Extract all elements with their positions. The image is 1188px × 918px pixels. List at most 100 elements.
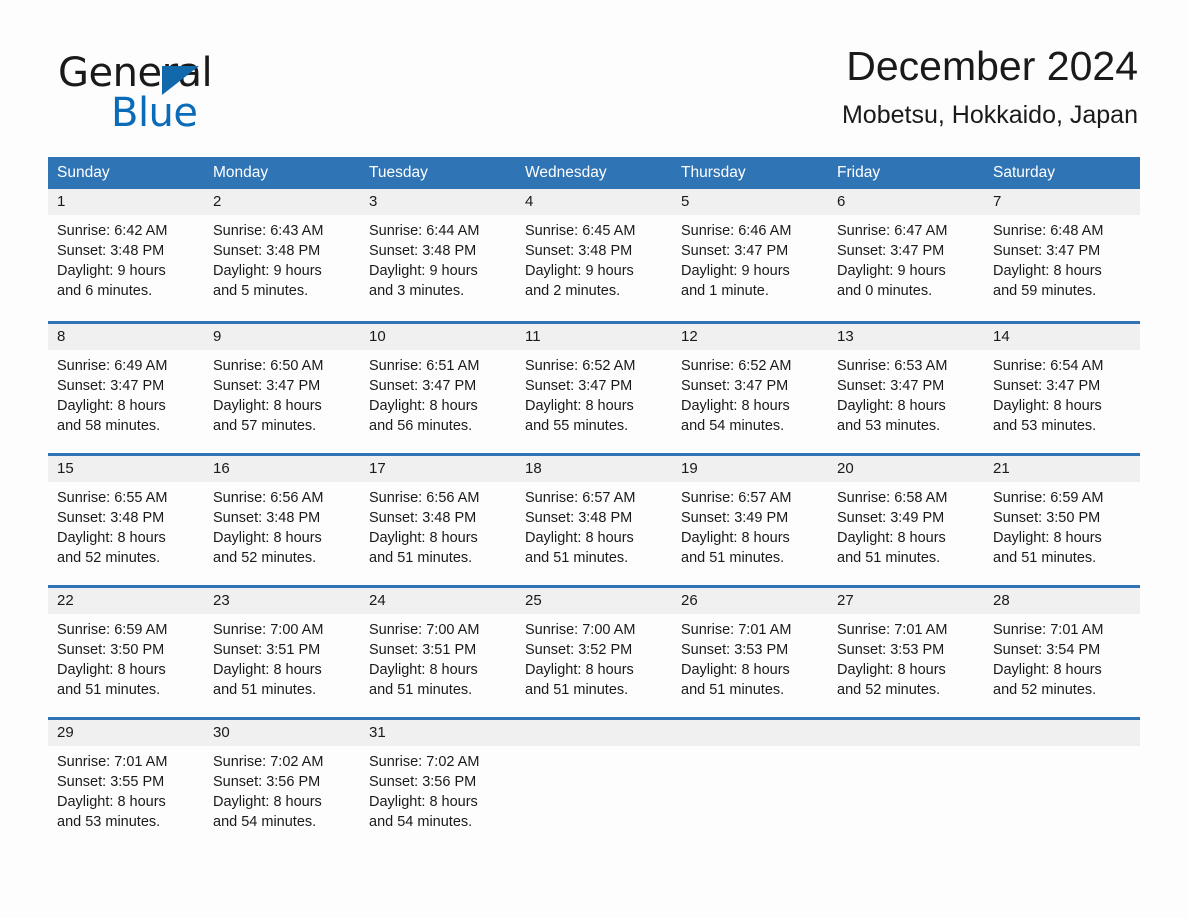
- day-number: 27: [828, 588, 984, 614]
- day-details: Sunrise: 6:56 AM Sunset: 3:48 PM Daylight:…: [204, 482, 360, 568]
- calendar-day-cell[interactable]: 7 Sunrise: 6:48 AM Sunset: 3:47 PM Daylight…: [984, 189, 1140, 321]
- day-details: Sunrise: 6:47 AM Sunset: 3:47 PM Daylight:…: [828, 215, 984, 301]
- calendar-day-cell[interactable]: 6 Sunrise: 6:47 AM Sunset: 3:47 PM Daylight…: [828, 189, 984, 321]
- calendar-day-cell[interactable]: 22 Sunrise: 6:59 AM Sunset: 3:50 PM Dayligh…: [48, 588, 204, 717]
- calendar-day-cell[interactable]: 12 Sunrise: 6:52 AM Sunset: 3:47 PM Dayligh…: [672, 324, 828, 453]
- day-number: 9: [204, 324, 360, 350]
- calendar-day-cell[interactable]: 23 Sunrise: 7:00 AM Sunset: 3:51 PM Dayligh…: [204, 588, 360, 717]
- calendar-day-cell[interactable]: 10 Sunrise: 6:51 AM Sunset: 3:47 PM Dayligh…: [360, 324, 516, 453]
- day-details: Sunrise: 6:50 AM Sunset: 3:47 PM Daylight:…: [204, 350, 360, 436]
- calendar-day-cell[interactable]: 19 Sunrise: 6:57 AM Sunset: 3:49 PM Dayligh…: [672, 456, 828, 585]
- sunrise-time: Sunrise: 6:52 AM: [681, 358, 792, 374]
- day-number: 19: [672, 456, 828, 482]
- day-details: Sunrise: 6:44 AM Sunset: 3:48 PM Daylight:…: [360, 215, 516, 301]
- sunset-time: Sunset: 3:48 PM: [213, 510, 321, 526]
- calendar-day-cell[interactable]: 4 Sunrise: 6:45 AM Sunset: 3:48 PM Daylight…: [516, 189, 672, 321]
- daylight-duration-line1: Daylight: 8 hours: [837, 530, 946, 546]
- sunrise-time: Sunrise: 7:02 AM: [369, 754, 480, 770]
- calendar-day-cell[interactable]: 20 Sunrise: 6:58 AM Sunset: 3:49 PM Dayligh…: [828, 456, 984, 585]
- sunset-time: Sunset: 3:47 PM: [369, 378, 477, 394]
- daylight-duration-line2: and 51 minutes.: [525, 550, 629, 566]
- daylight-duration-line1: Daylight: 9 hours: [213, 263, 322, 279]
- day-details: Sunrise: 7:00 AM Sunset: 3:51 PM Daylight:…: [204, 614, 360, 700]
- day-details: Sunrise: 6:54 AM Sunset: 3:47 PM Daylight:…: [984, 350, 1140, 436]
- calendar-day-cell[interactable]: 27 Sunrise: 7:01 AM Sunset: 3:53 PM Dayligh…: [828, 588, 984, 717]
- day-number: 13: [828, 324, 984, 350]
- sunset-time: Sunset: 3:53 PM: [837, 642, 945, 658]
- sunset-time: Sunset: 3:48 PM: [57, 510, 165, 526]
- sunrise-time: Sunrise: 6:50 AM: [213, 358, 324, 374]
- calendar-day-cell[interactable]: 24 Sunrise: 7:00 AM Sunset: 3:51 PM Dayligh…: [360, 588, 516, 717]
- sunset-time: Sunset: 3:50 PM: [57, 642, 165, 658]
- day-details: Sunrise: 7:00 AM Sunset: 3:51 PM Daylight:…: [360, 614, 516, 700]
- calendar-day-cell[interactable]: 5 Sunrise: 6:46 AM Sunset: 3:47 PM Daylight…: [672, 189, 828, 321]
- day-number: 31: [360, 720, 516, 746]
- weekday-header-monday: Monday: [213, 164, 269, 181]
- day-details: Sunrise: 6:42 AM Sunset: 3:48 PM Daylight:…: [48, 215, 204, 301]
- sunset-time: Sunset: 3:49 PM: [681, 510, 789, 526]
- calendar-day-cell[interactable]: 9 Sunrise: 6:50 AM Sunset: 3:47 PM Daylight…: [204, 324, 360, 453]
- calendar-day-cell[interactable]: 29 Sunrise: 7:01 AM Sunset: 3:55 PM Dayligh…: [48, 720, 204, 849]
- sunset-time: Sunset: 3:54 PM: [993, 642, 1101, 658]
- sunset-time: Sunset: 3:56 PM: [369, 774, 477, 790]
- daylight-duration-line2: and 51 minutes.: [681, 550, 785, 566]
- calendar-page: General Blue December 2024 Mobetsu, Hokk…: [0, 0, 1188, 918]
- calendar-day-cell-empty: [984, 720, 1140, 849]
- calendar-day-cell[interactable]: 17 Sunrise: 6:56 AM Sunset: 3:48 PM Dayligh…: [360, 456, 516, 585]
- logo-text-blue: Blue: [111, 90, 198, 136]
- calendar-day-cell[interactable]: 11 Sunrise: 6:52 AM Sunset: 3:47 PM Dayligh…: [516, 324, 672, 453]
- day-details: Sunrise: 7:01 AM Sunset: 3:55 PM Daylight:…: [48, 746, 204, 832]
- day-details: Sunrise: 7:02 AM Sunset: 3:56 PM Daylight:…: [360, 746, 516, 832]
- general-blue-logo[interactable]: General Blue: [58, 50, 358, 136]
- day-details: Sunrise: 6:53 AM Sunset: 3:47 PM Daylight:…: [828, 350, 984, 436]
- daylight-duration-line1: Daylight: 8 hours: [525, 530, 634, 546]
- daylight-duration-line2: and 6 minutes.: [57, 283, 153, 299]
- day-details: Sunrise: 6:45 AM Sunset: 3:48 PM Daylight:…: [516, 215, 672, 301]
- calendar-day-cell[interactable]: 13 Sunrise: 6:53 AM Sunset: 3:47 PM Dayligh…: [828, 324, 984, 453]
- calendar-day-cell[interactable]: 31 Sunrise: 7:02 AM Sunset: 3:56 PM Dayligh…: [360, 720, 516, 849]
- daylight-duration-line1: Daylight: 8 hours: [213, 530, 322, 546]
- sunrise-time: Sunrise: 6:46 AM: [681, 223, 792, 239]
- calendar-week-row: 8 Sunrise: 6:49 AM Sunset: 3:47 PM Daylight…: [48, 321, 1140, 453]
- weekday-header-wednesday: Wednesday: [525, 164, 607, 181]
- sunrise-time: Sunrise: 6:57 AM: [525, 490, 636, 506]
- page-title: December 2024: [846, 43, 1138, 89]
- sunrise-time: Sunrise: 6:43 AM: [213, 223, 324, 239]
- calendar-day-cell[interactable]: 18 Sunrise: 6:57 AM Sunset: 3:48 PM Dayligh…: [516, 456, 672, 585]
- day-details: Sunrise: 6:48 AM Sunset: 3:47 PM Daylight:…: [984, 215, 1140, 301]
- sunset-time: Sunset: 3:51 PM: [213, 642, 321, 658]
- calendar-day-cell[interactable]: 26 Sunrise: 7:01 AM Sunset: 3:53 PM Dayligh…: [672, 588, 828, 717]
- sunset-time: Sunset: 3:55 PM: [57, 774, 165, 790]
- sunset-time: Sunset: 3:47 PM: [993, 243, 1101, 259]
- calendar-day-cell[interactable]: 28 Sunrise: 7:01 AM Sunset: 3:54 PM Dayligh…: [984, 588, 1140, 717]
- day-number: [984, 720, 1140, 746]
- calendar-day-cell[interactable]: 30 Sunrise: 7:02 AM Sunset: 3:56 PM Dayligh…: [204, 720, 360, 849]
- calendar-day-cell[interactable]: 14 Sunrise: 6:54 AM Sunset: 3:47 PM Dayligh…: [984, 324, 1140, 453]
- daylight-duration-line1: Daylight: 8 hours: [57, 662, 166, 678]
- daylight-duration-line2: and 53 minutes.: [57, 814, 161, 830]
- calendar-day-cell[interactable]: 1 Sunrise: 6:42 AM Sunset: 3:48 PM Daylight…: [48, 189, 204, 321]
- daylight-duration-line2: and 3 minutes.: [369, 283, 465, 299]
- day-details: Sunrise: 6:59 AM Sunset: 3:50 PM Daylight:…: [984, 482, 1140, 568]
- day-details: Sunrise: 6:55 AM Sunset: 3:48 PM Daylight:…: [48, 482, 204, 568]
- day-details: Sunrise: 6:57 AM Sunset: 3:49 PM Daylight:…: [672, 482, 828, 568]
- sunset-time: Sunset: 3:47 PM: [681, 378, 789, 394]
- daylight-duration-line2: and 55 minutes.: [525, 418, 629, 434]
- sunrise-time: Sunrise: 7:01 AM: [837, 622, 948, 638]
- calendar-day-cell[interactable]: 3 Sunrise: 6:44 AM Sunset: 3:48 PM Daylight…: [360, 189, 516, 321]
- daylight-duration-line1: Daylight: 8 hours: [369, 398, 478, 414]
- daylight-duration-line2: and 51 minutes.: [993, 550, 1097, 566]
- calendar-day-cell[interactable]: 21 Sunrise: 6:59 AM Sunset: 3:50 PM Dayligh…: [984, 456, 1140, 585]
- sunrise-time: Sunrise: 6:52 AM: [525, 358, 636, 374]
- daylight-duration-line2: and 53 minutes.: [993, 418, 1097, 434]
- day-number: 24: [360, 588, 516, 614]
- day-details: Sunrise: 6:57 AM Sunset: 3:48 PM Daylight:…: [516, 482, 672, 568]
- calendar-day-cell[interactable]: 15 Sunrise: 6:55 AM Sunset: 3:48 PM Dayligh…: [48, 456, 204, 585]
- daylight-duration-line1: Daylight: 8 hours: [525, 662, 634, 678]
- calendar-day-cell[interactable]: 25 Sunrise: 7:00 AM Sunset: 3:52 PM Dayligh…: [516, 588, 672, 717]
- day-number: 28: [984, 588, 1140, 614]
- calendar-day-cell[interactable]: 2 Sunrise: 6:43 AM Sunset: 3:48 PM Daylight…: [204, 189, 360, 321]
- daylight-duration-line1: Daylight: 8 hours: [993, 530, 1102, 546]
- calendar-day-cell[interactable]: 16 Sunrise: 6:56 AM Sunset: 3:48 PM Dayligh…: [204, 456, 360, 585]
- calendar-day-cell[interactable]: 8 Sunrise: 6:49 AM Sunset: 3:47 PM Daylight…: [48, 324, 204, 453]
